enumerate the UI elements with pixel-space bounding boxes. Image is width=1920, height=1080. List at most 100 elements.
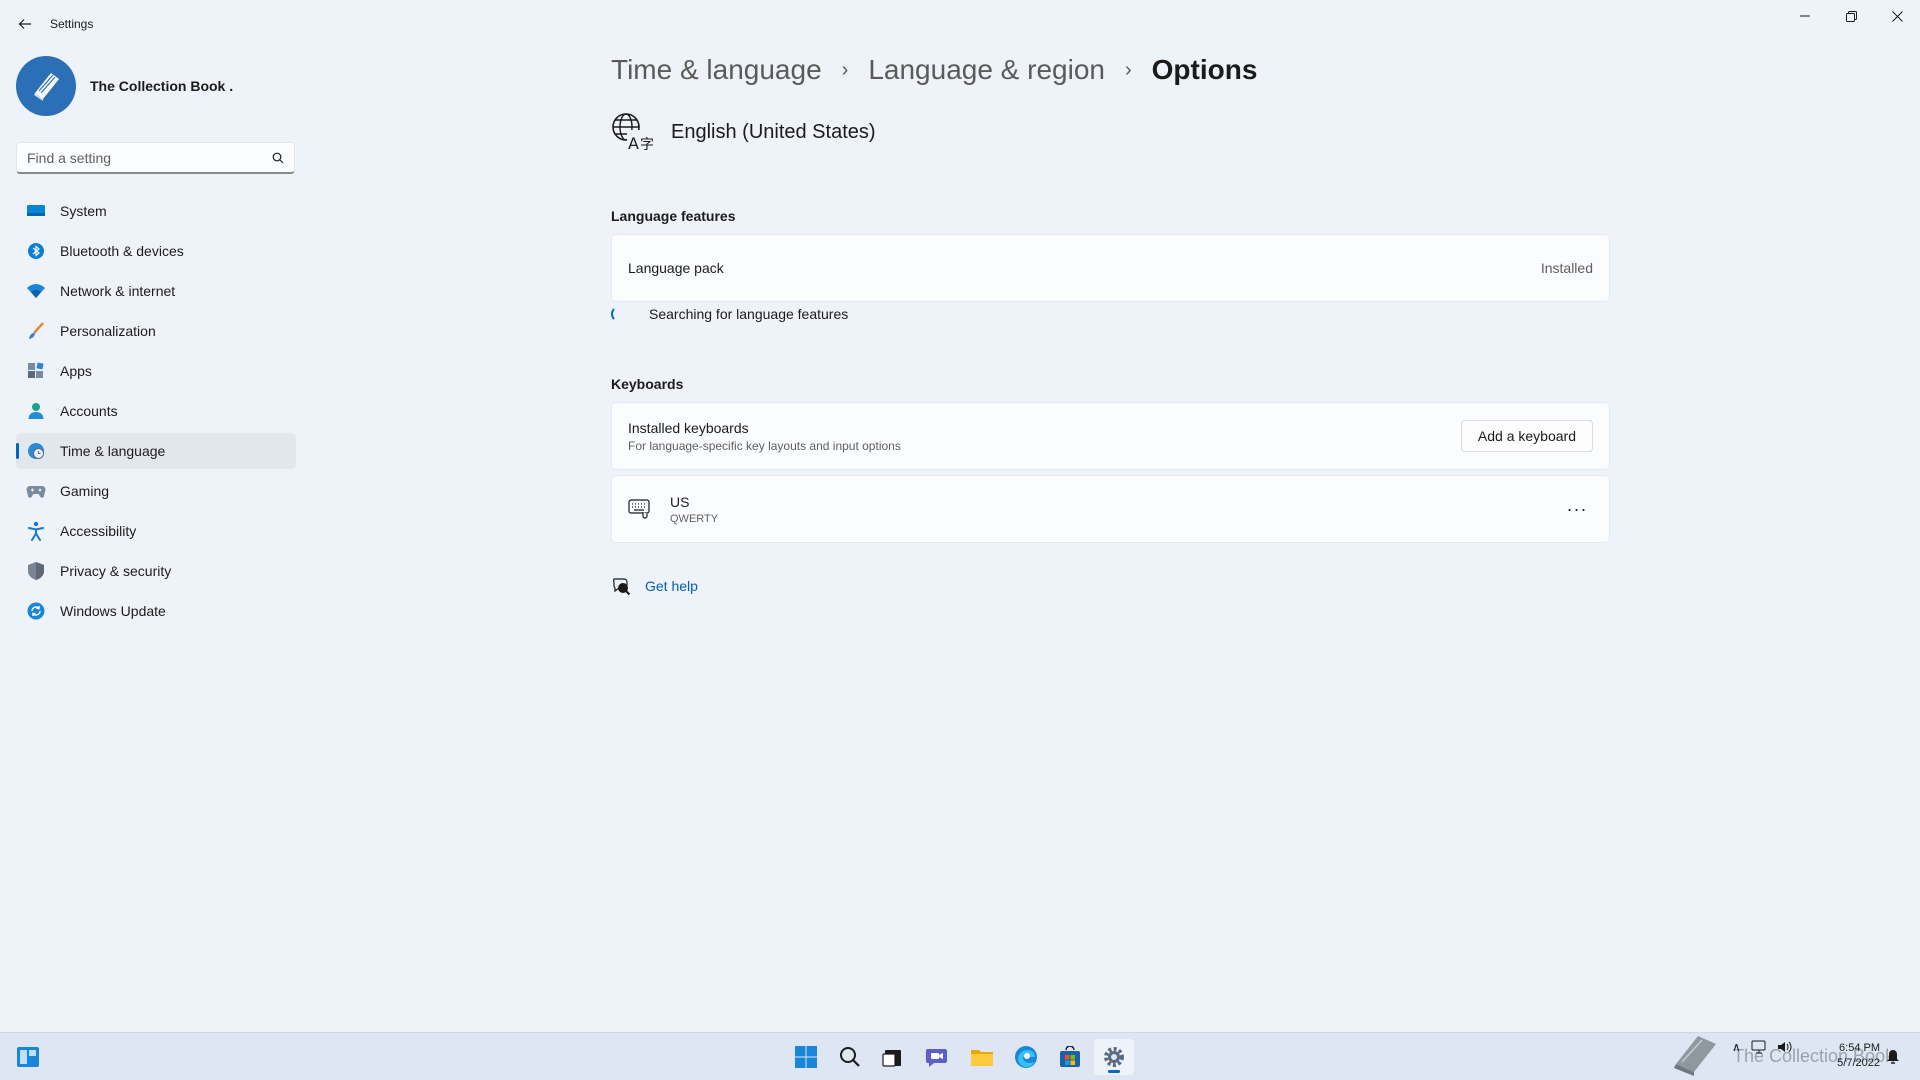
sidebar-item-label: System <box>60 203 107 219</box>
search-box[interactable] <box>16 142 295 174</box>
keyboard-icon <box>628 499 650 519</box>
sidebar-item-personalization[interactable]: Personalization <box>16 313 296 349</box>
sidebar-item-label: Apps <box>60 363 92 379</box>
profile-name: The Collection Book . <box>90 78 234 94</box>
sidebar-item-time-language[interactable]: Time & language <box>16 433 296 469</box>
book-watermark-icon <box>1674 1036 1716 1076</box>
sidebar-item-privacy[interactable]: Privacy & security <box>16 553 296 589</box>
search-input[interactable] <box>27 149 272 166</box>
shield-icon <box>26 561 46 581</box>
volume-icon[interactable] <box>1777 1040 1793 1054</box>
restore-icon <box>1845 10 1857 22</box>
section-title-language-features: Language features <box>611 208 736 224</box>
title-bar: Settings <box>0 0 1920 48</box>
installed-keyboards-title: Installed keyboards <box>628 419 749 436</box>
language-globe-icon: A 字 <box>612 113 653 152</box>
clock-time: 6:54 PM <box>1839 1042 1880 1054</box>
sidebar-item-label: Accessibility <box>60 523 137 539</box>
gamepad-icon <box>26 481 46 501</box>
edge-button[interactable] <box>1006 1039 1046 1075</box>
search-taskbar-button[interactable] <box>830 1039 870 1075</box>
sidebar-item-label: Privacy & security <box>60 563 172 579</box>
monitor-icon <box>26 201 46 221</box>
accessibility-icon <box>26 521 46 541</box>
more-options-button[interactable]: ··· <box>1561 493 1593 525</box>
sidebar-item-label: Accounts <box>60 403 118 419</box>
store-icon <box>1060 1046 1080 1067</box>
chat-button[interactable] <box>918 1039 958 1075</box>
wifi-icon <box>26 281 46 301</box>
brush-icon <box>26 321 46 341</box>
sidebar-item-accessibility[interactable]: Accessibility <box>16 513 296 549</box>
task-view-button[interactable] <box>872 1039 912 1075</box>
section-title-keyboards: Keyboards <box>611 376 684 392</box>
keyboard-layout: QWERTY <box>670 512 719 525</box>
widgets-icon <box>17 1047 39 1067</box>
book-icon <box>34 73 59 101</box>
sidebar-nav: System Bluetooth & devices Network & int… <box>16 193 296 633</box>
edge-icon <box>1015 1046 1037 1068</box>
sidebar-item-apps[interactable]: Apps <box>16 353 296 389</box>
sidebar-item-label: Time & language <box>60 443 166 459</box>
sidebar-item-system[interactable]: System <box>16 193 296 229</box>
language-pack-card: Language pack Installed <box>611 234 1610 302</box>
bluetooth-icon <box>26 241 46 261</box>
breadcrumb-time-language[interactable]: Time & language <box>611 54 822 86</box>
gear-icon <box>1104 1047 1124 1067</box>
apps-icon <box>26 361 46 381</box>
settings-taskbar-button[interactable] <box>1094 1039 1134 1075</box>
sidebar-item-bluetooth[interactable]: Bluetooth & devices <box>16 233 296 269</box>
language-pack-title: Language pack <box>628 260 724 276</box>
start-button[interactable] <box>786 1039 826 1075</box>
widgets-button[interactable] <box>8 1039 48 1075</box>
breadcrumb-language-region[interactable]: Language & region <box>868 54 1105 86</box>
sidebar-item-label: Personalization <box>60 323 156 339</box>
get-help-link[interactable]: Get help <box>645 578 698 594</box>
update-icon <box>26 601 46 621</box>
help-icon <box>613 578 631 596</box>
sidebar-item-network[interactable]: Network & internet <box>16 273 296 309</box>
add-keyboard-button[interactable]: Add a keyboard <box>1460 420 1593 452</box>
clock-date: 5/7/2022 <box>1837 1057 1880 1069</box>
page-title: Options <box>1151 54 1258 85</box>
searching-text: Searching for language features <box>649 306 849 322</box>
notification-icon[interactable] <box>1886 1049 1900 1065</box>
window-title: Settings <box>50 17 94 31</box>
user-profile[interactable]: The Collection Book . <box>16 56 233 116</box>
network-icon[interactable] <box>1751 1040 1767 1054</box>
chevron-right-icon: › <box>841 58 849 81</box>
close-icon <box>1891 10 1903 22</box>
searching-status: Searching for language features <box>611 306 848 322</box>
search-icon <box>840 1047 860 1067</box>
taskbar <box>0 1032 1920 1080</box>
taskbar-clock[interactable]: 6:54 PM 5/7/2022 <box>1830 1041 1880 1071</box>
search-icon <box>272 152 284 163</box>
back-button[interactable] <box>14 13 36 35</box>
person-icon <box>26 401 46 421</box>
get-help: Get help <box>611 576 698 596</box>
store-button[interactable] <box>1050 1039 1090 1075</box>
keyboard-item-us: US QWERTY ··· <box>611 475 1610 543</box>
task-view-icon <box>882 1050 901 1067</box>
minimize-button[interactable] <box>1782 0 1828 32</box>
chevron-up-icon[interactable]: ∧ <box>1732 1040 1741 1054</box>
restore-button[interactable] <box>1828 0 1874 32</box>
file-explorer-button[interactable] <box>962 1039 1002 1075</box>
progress-ring-icon <box>611 306 627 322</box>
sidebar-item-windows-update[interactable]: Windows Update <box>16 593 296 629</box>
chevron-right-icon: › <box>1124 58 1132 81</box>
avatar <box>16 56 76 116</box>
folder-icon <box>971 1050 993 1066</box>
system-tray: ∧ <box>1732 1040 1803 1054</box>
windows-logo-icon <box>795 1046 817 1068</box>
sidebar-item-accounts[interactable]: Accounts <box>16 393 296 429</box>
close-button[interactable] <box>1874 0 1920 32</box>
sidebar-item-label: Network & internet <box>60 283 176 299</box>
sidebar-item-label: Bluetooth & devices <box>60 243 184 259</box>
sidebar-item-gaming[interactable]: Gaming <box>16 473 296 509</box>
language-name: English (United States) <box>671 120 876 143</box>
sidebar-item-label: Gaming <box>60 483 110 499</box>
installed-keyboards-card: Installed keyboards For language-specifi… <box>611 402 1610 470</box>
chat-icon <box>926 1049 947 1067</box>
keyboard-name: US <box>670 493 690 510</box>
